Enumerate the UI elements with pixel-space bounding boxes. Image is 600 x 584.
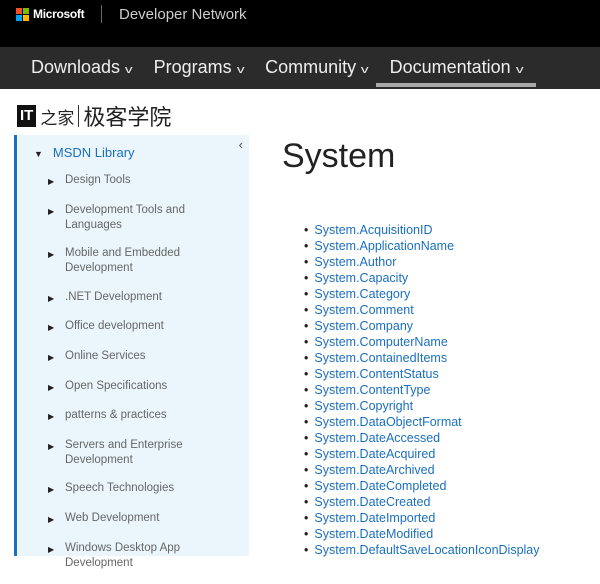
sidebar-item[interactable]: ▶ Development Tools and Languages <box>48 203 238 233</box>
property-link[interactable]: System.Category <box>304 286 540 302</box>
expand-triangle-icon: ▶ <box>48 177 55 186</box>
nav-label: Downloads <box>31 57 121 77</box>
expand-triangle-icon: ▶ <box>48 250 55 260</box>
sidebar-item-label: Speech Technologies <box>65 482 175 495</box>
sidebar: ‹ ▼ MSDN Library ▶ Design Tools ▶ Developmen… <box>14 135 249 569</box>
nav-label: Programs <box>153 57 232 77</box>
page-title: System <box>282 137 396 175</box>
chevron-down-icon: v <box>515 64 524 76</box>
property-link[interactable]: System.Company <box>304 318 540 334</box>
expanded-triangle-icon: ▼ <box>34 149 43 159</box>
chevron-down-icon: v <box>361 64 369 76</box>
main-nav: Downloads v Programs v Community v Documentati… <box>0 47 600 89</box>
nav-downloads[interactable]: Downloads v <box>31 47 133 89</box>
property-link[interactable]: System.DateAccessed <box>304 430 540 446</box>
expand-triangle-icon: ▶ <box>48 206 55 216</box>
chevron-down-icon: v <box>236 64 245 76</box>
sidebar-item[interactable]: ▶ Servers and Enterprise Development <box>48 438 238 468</box>
property-link[interactable]: System.Copyright <box>304 398 540 414</box>
sidebar-item-label: Web Development <box>65 511 160 524</box>
expand-triangle-icon: ▶ <box>48 441 55 451</box>
property-link[interactable]: System.ContentType <box>304 382 540 398</box>
sidebar-root-label: MSDN Library <box>52 145 135 160</box>
expand-triangle-icon: ▶ <box>48 352 55 362</box>
nav-community[interactable]: Community v <box>265 47 369 89</box>
expand-triangle-icon: ▶ <box>48 412 55 422</box>
sidebar-item[interactable]: ▶ patterns & practices <box>48 408 238 424</box>
property-link[interactable]: System.ApplicationName <box>304 238 540 254</box>
sidebar-item-label: .NET Development <box>65 290 162 303</box>
property-link[interactable]: System.Comment <box>304 302 540 318</box>
brand-name: Microsoft <box>33 7 85 21</box>
microsoft-logo[interactable]: Microsoft <box>16 7 85 21</box>
collapse-sidebar-icon[interactable]: ‹ <box>239 137 243 152</box>
chevron-down-icon: v <box>124 64 133 76</box>
nav-label: Community <box>265 57 357 77</box>
sidebar-item-label: Open Specifications <box>65 379 168 392</box>
property-link[interactable]: System.ComputerName <box>304 334 540 350</box>
expand-triangle-icon: ▶ <box>48 293 55 303</box>
watermark-logo: IT 之家 极客学院 <box>17 100 171 132</box>
expand-triangle-icon: ▶ <box>48 485 55 495</box>
sidebar-root-msdn-library[interactable]: ▼ MSDN Library <box>34 145 135 160</box>
sidebar-item-label: Design Tools <box>65 174 131 186</box>
sidebar-item[interactable]: ▶ Office development <box>48 319 238 335</box>
property-link[interactable]: System.Capacity <box>304 270 540 286</box>
sidebar-item[interactable]: ▶ Speech Technologies <box>48 481 238 497</box>
nav-label: Documentation <box>389 57 511 77</box>
property-link[interactable]: System.ContainedItems <box>304 350 540 366</box>
property-link[interactable]: System.Author <box>304 254 540 270</box>
site-title[interactable]: Developer Network <box>119 6 247 23</box>
property-link[interactable]: System.DateModified <box>304 526 540 542</box>
sidebar-item-label: Online Services <box>65 349 146 362</box>
property-link[interactable]: System.DateImported <box>304 510 540 526</box>
sidebar-item[interactable]: ▶ Design Tools <box>48 173 238 189</box>
nav-documentation[interactable]: Documentation v <box>375 47 536 89</box>
expand-triangle-icon: ▶ <box>48 323 55 333</box>
property-link[interactable]: System.DateArchived <box>304 462 540 478</box>
divider <box>101 5 102 23</box>
sidebar-item[interactable]: ▶ Mobile and Embedded Development <box>48 246 238 276</box>
windows-logo-icon <box>16 7 29 21</box>
sidebar-item[interactable]: ▶ Online Services <box>48 349 238 365</box>
sidebar-tree: ▶ Design Tools ▶ Development Tools and Lang… <box>48 173 238 584</box>
property-list: System.AcquisitionIDSystem.ApplicationNa… <box>304 222 540 558</box>
expand-triangle-icon: ▶ <box>48 382 55 392</box>
property-link[interactable]: System.DateCompleted <box>304 478 540 494</box>
property-link[interactable]: System.ContentStatus <box>304 366 540 382</box>
sidebar-item-label: Development Tools and Languages <box>65 203 185 231</box>
nav-programs[interactable]: Programs v <box>153 47 245 89</box>
sidebar-item-label: patterns & practices <box>65 409 167 422</box>
sidebar-item-label: Mobile and Embedded Development <box>65 247 181 275</box>
expand-triangle-icon: ▶ <box>48 514 55 524</box>
sidebar-item[interactable]: ▶ .NET Development <box>48 290 238 306</box>
property-link[interactable]: System.DataObjectFormat <box>304 414 540 430</box>
top-bar: Microsoft Developer Network <box>0 0 600 47</box>
sidebar-item[interactable]: ▶ Web Development <box>48 511 238 527</box>
property-link[interactable]: System.DateCreated <box>304 494 540 510</box>
property-link[interactable]: System.DateAcquired <box>304 446 540 462</box>
sidebar-item[interactable]: ▶ Open Specifications <box>48 379 238 395</box>
property-link[interactable]: System.AcquisitionID <box>304 222 540 238</box>
sidebar-item-label: Servers and Enterprise Development <box>65 438 183 466</box>
sidebar-item-label: Office development <box>65 320 164 333</box>
